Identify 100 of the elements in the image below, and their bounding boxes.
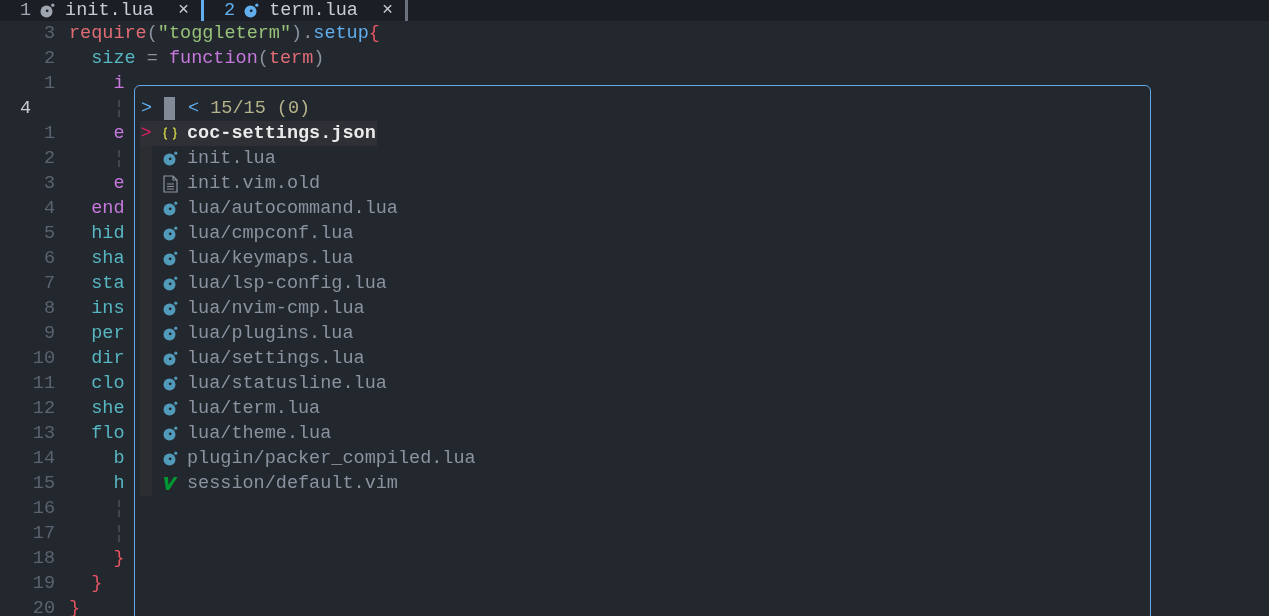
code-token: sta <box>90 273 125 294</box>
line-number: 7 <box>42 272 56 296</box>
v-logo-icon <box>162 476 178 491</box>
line-number: 16 <box>31 497 56 521</box>
code-token: e <box>112 173 125 194</box>
code-token: { <box>368 23 380 44</box>
indent-guide: ¦ <box>112 523 125 544</box>
line-number: 2 <box>42 147 56 171</box>
code-token: e <box>112 123 125 144</box>
moon-planet-icon <box>162 251 178 266</box>
line-number: 2 <box>42 47 56 71</box>
file-result[interactable]: lua/nvim-cmp.lua <box>140 296 365 321</box>
line-number: 1 <box>42 72 56 96</box>
moon-planet-icon <box>162 151 178 166</box>
line-number: 5 <box>42 222 56 246</box>
line-number: 9 <box>42 322 56 346</box>
line-number: 4 <box>19 97 33 121</box>
code-token: ( <box>146 23 158 44</box>
file-result[interactable]: session/default.vim <box>140 471 398 496</box>
line-number: 13 <box>31 422 56 446</box>
line-number: 14 <box>31 447 56 471</box>
file-result[interactable]: init.lua <box>140 146 276 171</box>
code-token: ins <box>90 298 125 319</box>
match-counter: 15/15 (0) <box>210 97 311 121</box>
close-icon[interactable]: × <box>382 0 394 21</box>
code-token: end <box>90 198 125 219</box>
buffer-number: 2 <box>224 0 236 21</box>
line-number: 11 <box>31 372 56 396</box>
moon-planet-icon <box>162 451 178 466</box>
tab-title: term.lua <box>269 0 358 21</box>
line-number: 18 <box>31 547 56 571</box>
code-token: require <box>69 23 147 44</box>
code-token: dir <box>90 348 125 369</box>
counter-marker: < <box>188 97 200 121</box>
close-icon[interactable]: × <box>177 0 190 21</box>
code-token: clo <box>90 373 125 394</box>
code-token: she <box>90 398 125 419</box>
moon-planet-icon <box>162 351 178 366</box>
file-result[interactable]: init.vim.old <box>140 171 321 196</box>
line-number: 17 <box>31 522 56 546</box>
file-result[interactable]: lua/statusline.lua <box>140 371 387 396</box>
moon-planet-icon <box>162 301 178 316</box>
indent-guide: ¦ <box>112 148 125 169</box>
file-result[interactable]: lua/term.lua <box>140 396 321 421</box>
code-token: per <box>90 323 125 344</box>
code-token: "toggleterm" <box>157 23 292 44</box>
buffer-number: 1 <box>20 0 32 21</box>
line-number: 19 <box>31 572 56 596</box>
selection-marker: > <box>140 122 152 146</box>
code-token: ) <box>313 48 325 69</box>
code-token: size <box>90 48 136 69</box>
line-number: 10 <box>31 347 56 371</box>
file-result[interactable]: plugin/packer_compiled.lua <box>140 446 476 471</box>
code-token: ). <box>291 23 314 44</box>
prompt-symbol: > <box>141 97 153 121</box>
document-icon <box>162 174 178 193</box>
code-token: term <box>268 48 314 69</box>
file-result[interactable]: lua/lsp-config.lua <box>140 271 387 296</box>
file-result[interactable]: lua/keymaps.lua <box>140 246 354 271</box>
moon-planet-icon <box>162 276 178 291</box>
code-token: hid <box>90 223 125 244</box>
code-token: flo <box>90 423 125 444</box>
line-number: 12 <box>31 397 56 421</box>
code-token: ( <box>257 48 269 69</box>
code-token: setup <box>313 23 369 44</box>
buffer-tab[interactable]: 1 init.lua × <box>0 0 202 21</box>
file-result[interactable]: lua/plugins.lua <box>140 321 354 346</box>
line-number: 3 <box>42 172 56 196</box>
braces-icon <box>162 126 178 141</box>
line-number: 15 <box>31 472 56 496</box>
file-result[interactable]: lua/autocommand.lua <box>140 196 398 221</box>
line-number: 3 <box>42 22 56 46</box>
file-result[interactable]: lua/cmpconf.lua <box>140 221 354 246</box>
line-number: 1 <box>42 122 56 146</box>
code-token: b <box>112 448 125 469</box>
moon-planet-icon <box>244 3 260 18</box>
moon-planet-icon <box>162 201 178 216</box>
moon-planet-icon <box>162 426 178 441</box>
code-token: sha <box>90 248 125 269</box>
file-result[interactable]: lua/theme.lua <box>140 421 332 446</box>
text-cursor <box>164 97 176 120</box>
indent-guide: ¦ <box>112 498 125 519</box>
line-number: 20 <box>31 597 56 616</box>
moon-planet-icon <box>40 3 56 18</box>
line-number: 8 <box>42 297 56 321</box>
buffer-tab[interactable]: 2 term.lua × <box>204 0 406 21</box>
moon-planet-icon <box>162 226 178 241</box>
code-token: h <box>112 473 125 494</box>
file-result[interactable]: > coc-settings.json <box>140 121 377 146</box>
code-token: function <box>168 48 258 69</box>
indent-guide: ¦ <box>112 98 125 119</box>
line-number: 6 <box>42 247 56 271</box>
file-result[interactable]: lua/settings.lua <box>140 346 365 371</box>
tab-title: init.lua <box>65 0 154 21</box>
code-token: = <box>145 48 159 69</box>
code-token: } <box>90 573 103 594</box>
code-token: } <box>69 598 81 616</box>
moon-planet-icon <box>162 401 178 416</box>
line-number: 4 <box>42 197 56 221</box>
code-token: i <box>112 73 125 94</box>
